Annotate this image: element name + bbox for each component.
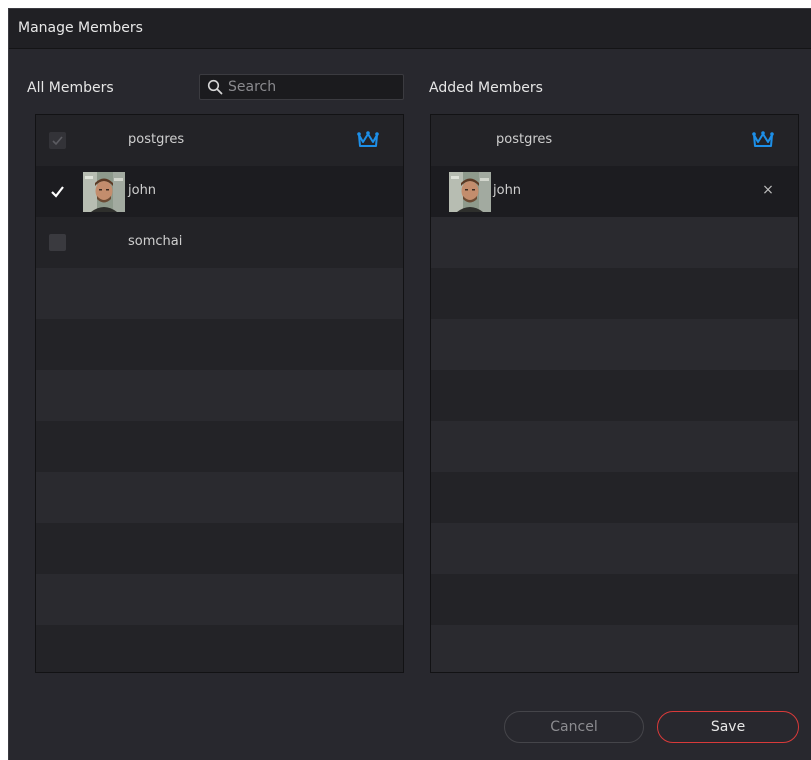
added-row-john[interactable]: john × (431, 166, 798, 217)
check-icon (52, 136, 63, 146)
member-name: postgres (496, 132, 553, 147)
crown-icon (752, 131, 774, 147)
avatar (83, 172, 125, 212)
empty-row (431, 523, 798, 574)
empty-row (431, 370, 798, 421)
member-row-postgres[interactable]: postgres (36, 115, 403, 166)
member-name: postgres (128, 132, 185, 147)
member-name: somchai (128, 234, 183, 249)
search-input[interactable] (228, 77, 398, 97)
cancel-button[interactable]: Cancel (504, 711, 644, 743)
empty-row (431, 268, 798, 319)
member-checkbox-john[interactable] (49, 183, 66, 200)
member-name: john (128, 183, 157, 198)
empty-row (36, 625, 403, 672)
save-button[interactable]: Save (657, 711, 799, 743)
empty-row (36, 574, 403, 625)
empty-row (36, 319, 403, 370)
empty-row (36, 370, 403, 421)
member-checkbox-somchai[interactable] (49, 234, 66, 251)
avatar (449, 172, 491, 212)
search-icon (207, 79, 223, 95)
empty-row (36, 268, 403, 319)
added-row-postgres[interactable]: postgres (431, 115, 798, 166)
empty-row (36, 472, 403, 523)
remove-member-icon[interactable]: × (760, 182, 776, 198)
dialog-titlebar: Manage Members (9, 9, 811, 49)
empty-row (36, 523, 403, 574)
all-members-list[interactable]: postgres john somchai (35, 114, 404, 673)
search-box[interactable] (199, 74, 404, 100)
empty-row (36, 421, 403, 472)
dialog-title: Manage Members (18, 20, 143, 36)
member-row-john[interactable]: john (36, 166, 403, 217)
empty-row (431, 421, 798, 472)
member-checkbox-postgres[interactable] (49, 132, 66, 149)
check-icon (51, 186, 64, 198)
added-members-label: Added Members (429, 80, 543, 96)
crown-icon (357, 131, 379, 147)
empty-row (431, 574, 798, 625)
empty-row (431, 319, 798, 370)
empty-row (431, 472, 798, 523)
all-members-label: All Members (27, 80, 114, 96)
manage-members-dialog: Manage Members All Members Added Members (8, 8, 811, 760)
added-members-list[interactable]: postgres john × (430, 114, 799, 673)
empty-row (431, 217, 798, 268)
empty-row (431, 625, 798, 672)
member-row-somchai[interactable]: somchai (36, 217, 403, 268)
member-name: john (493, 183, 522, 198)
